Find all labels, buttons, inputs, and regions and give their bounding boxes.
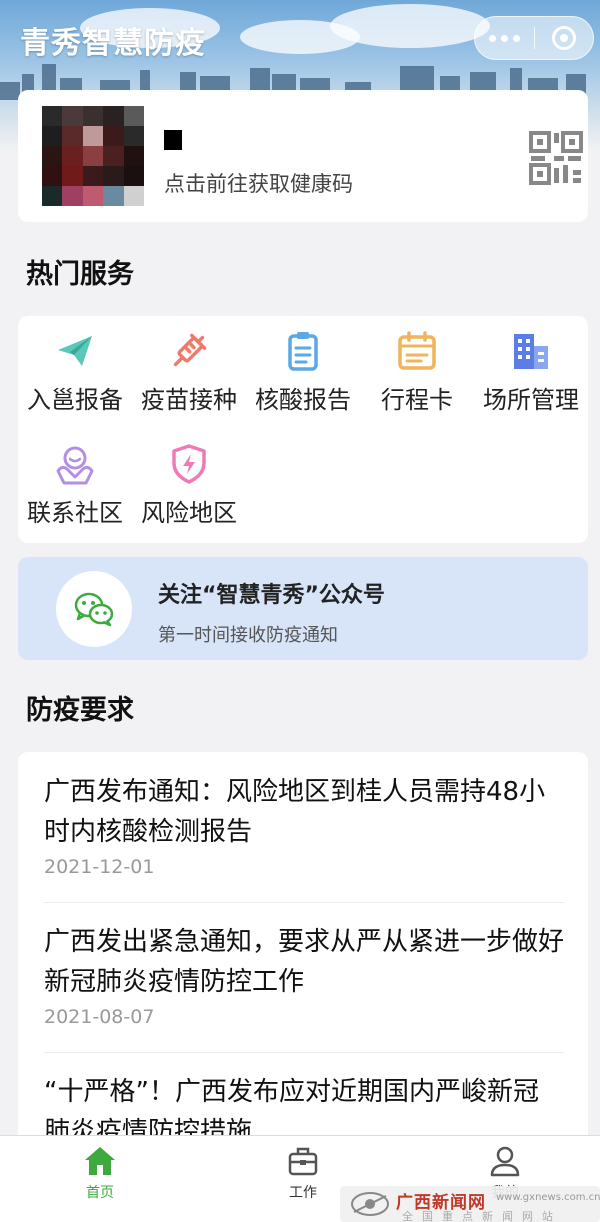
mini-program-capsule xyxy=(474,16,594,60)
news-date: 2021-08-07 xyxy=(44,1006,155,1028)
tab-home[interactable]: 首页 xyxy=(40,1144,160,1202)
wechat-follow-title: 关注“智慧青秀”公众号 xyxy=(158,583,385,608)
health-code-link[interactable]: 点击前往获取健康码 xyxy=(164,168,353,198)
news-date: 2021-12-01 xyxy=(44,856,155,878)
watermark-url: www.gxnews.com.cn xyxy=(496,1192,600,1203)
gxnews-logo-icon xyxy=(351,1192,389,1216)
service-nucleic-report[interactable]: 核酸报告 xyxy=(246,330,360,415)
paper-plane-icon xyxy=(58,336,92,366)
news-item[interactable]: 广西发布通知：风险地区到桂人员需持48小时内核酸检测报告 2021-12-01 xyxy=(44,772,564,878)
wechat-follow-banner[interactable]: 关注“智慧青秀”公众号 第一时间接收防疫通知 xyxy=(18,557,588,660)
service-vaccination[interactable]: 疫苗接种 xyxy=(132,330,246,415)
watermark-subtitle: 全国重点新闻网站 xyxy=(402,1210,562,1222)
service-risk-areas[interactable]: 风险地区 xyxy=(132,443,246,528)
hot-services-card: 入邕报备 疫苗接种 核酸报告 行程卡 场所管理 联系社区 风险地区 xyxy=(18,316,588,543)
wechat-follow-subtitle: 第一时间接收防疫通知 xyxy=(158,625,338,646)
wechat-icon xyxy=(74,592,114,627)
qr-code-icon[interactable] xyxy=(528,130,584,186)
news-title: 广西发布通知：风险地区到桂人员需持48小时内核酸检测报告 xyxy=(44,777,546,847)
clipboard-icon xyxy=(288,332,318,371)
redacted-name xyxy=(148,130,182,152)
divider xyxy=(44,1052,564,1053)
home-icon xyxy=(85,1147,115,1175)
news-title: 广西发出紧急通知，要求从严从紧进一步做好新冠肺炎疫情防控工作 xyxy=(44,927,565,997)
user-icon xyxy=(490,1146,520,1177)
divider xyxy=(44,902,564,903)
shield-bolt-icon xyxy=(172,444,206,484)
service-contact-community[interactable]: 联系社区 xyxy=(18,443,132,528)
service-rucheng-report[interactable]: 入邕报备 xyxy=(18,330,132,415)
building-icon xyxy=(514,334,548,369)
wechat-logo xyxy=(56,571,132,647)
news-site-watermark: 广西新闻网 www.gxnews.com.cn 全国重点新闻网站 xyxy=(340,1186,600,1222)
briefcase-icon xyxy=(288,1147,318,1176)
service-venue-management[interactable]: 场所管理 xyxy=(474,330,588,415)
news-item[interactable]: 广西发出紧急通知，要求从严从紧进一步做好新冠肺炎疫情防控工作 2021-08-0… xyxy=(44,922,564,1028)
syringe-icon xyxy=(173,333,207,367)
calendar-icon xyxy=(398,331,436,370)
people-icon xyxy=(56,446,94,485)
health-code-card[interactable]: 点击前往获取健康码 xyxy=(18,90,588,222)
service-itinerary-card[interactable]: 行程卡 xyxy=(360,330,474,415)
close-circle-icon[interactable] xyxy=(535,16,593,60)
news-list: 广西发布通知：风险地区到桂人员需持48小时内核酸检测报告 2021-12-01 … xyxy=(18,752,588,1152)
app-title: 青秀智慧防疫 xyxy=(20,26,206,61)
hot-services-title: 热门服务 xyxy=(26,259,134,290)
avatar xyxy=(42,106,144,206)
more-dots-icon[interactable] xyxy=(475,16,534,60)
requirements-title: 防疫要求 xyxy=(26,695,134,726)
